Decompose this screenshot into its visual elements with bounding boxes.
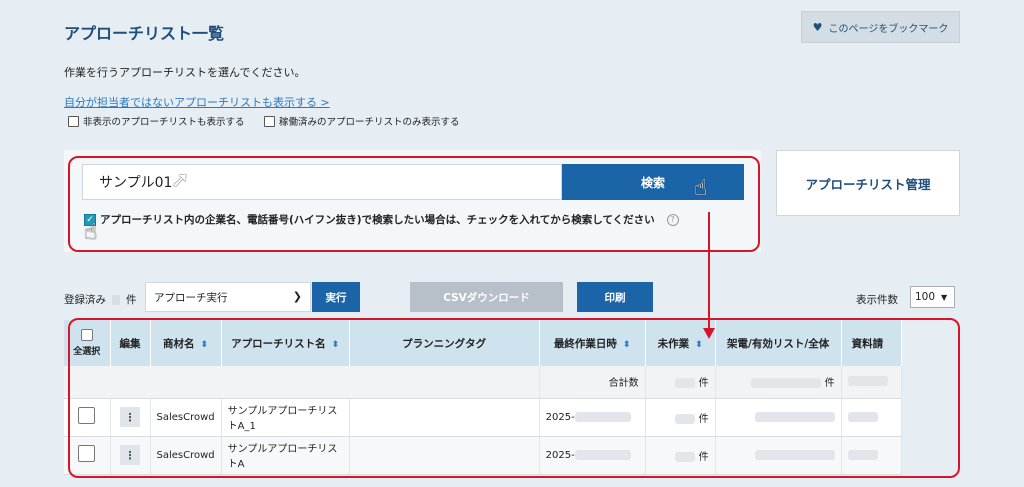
hand-cursor-icon: ☝: [694, 176, 708, 201]
hand-cursor-icon: ☝: [84, 220, 98, 245]
flow-arrow: [703, 212, 715, 339]
pointer-cursor-icon: ➚: [171, 168, 190, 193]
